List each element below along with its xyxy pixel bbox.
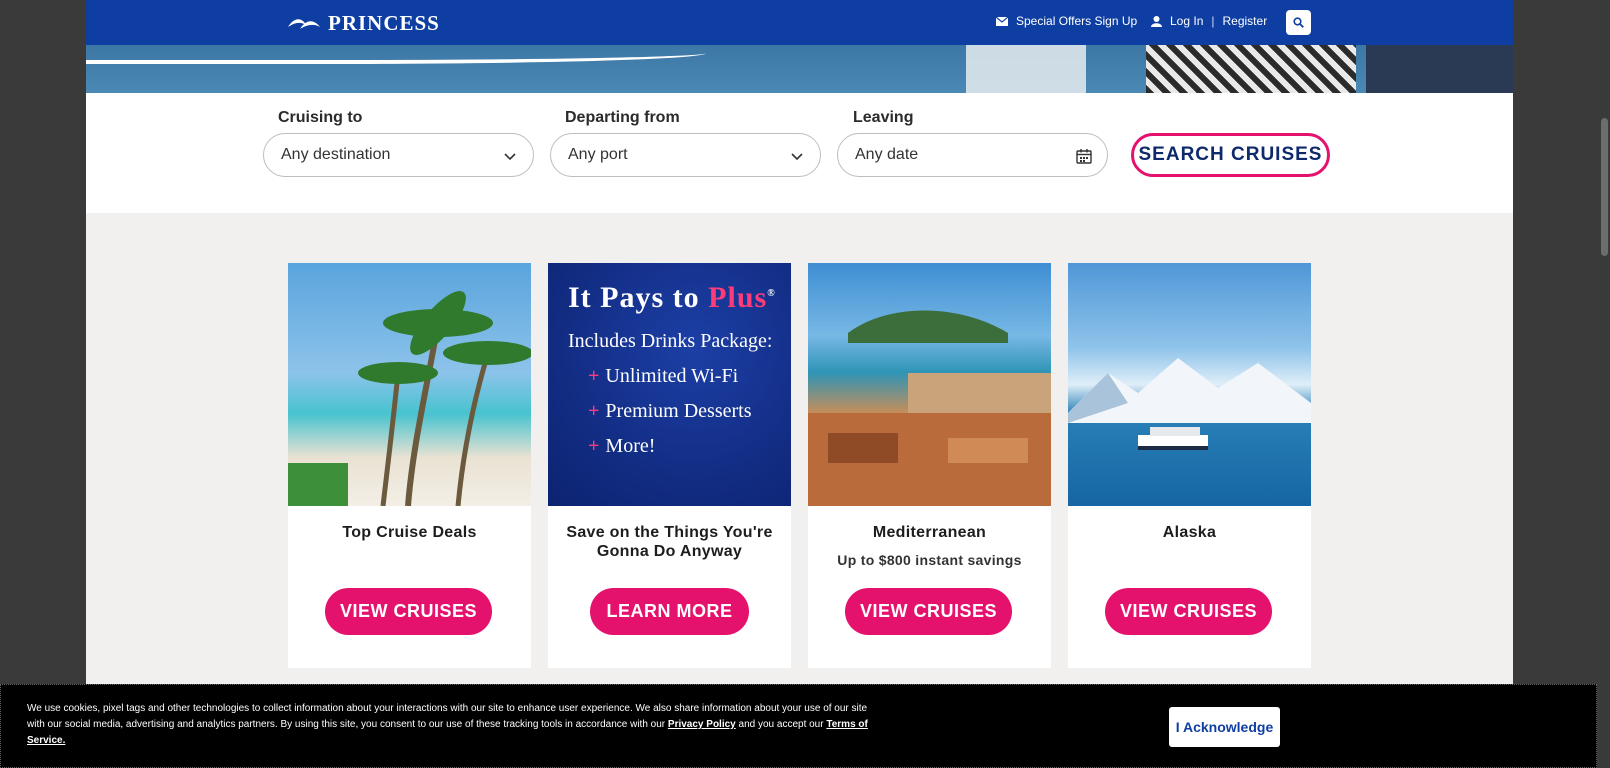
- card-title: Mediterranean: [872, 524, 987, 541]
- promo-bullet-text: Unlimited Wi-Fi: [605, 365, 739, 387]
- chevron-down-icon: [791, 153, 803, 161]
- plus-promo-image: It Pays to Plus® Includes Drinks Package…: [548, 263, 791, 506]
- acknowledge-button[interactable]: I Acknowledge: [1169, 707, 1280, 747]
- page-scrollbar[interactable]: [1597, 0, 1610, 768]
- princess-logo[interactable]: PRINCESS: [286, 11, 440, 36]
- card-title: Save on the Things You're Gonna Do Anywa…: [566, 524, 773, 560]
- registered-mark: ®: [767, 288, 776, 299]
- top-nav-bar: PRINCESS Special Offers Sign Up Log In |…: [86, 0, 1513, 45]
- card-subtitle: Up to $800 instant savings: [837, 552, 1022, 568]
- waves-logo-icon: [288, 18, 320, 29]
- promo-bullet: + More!: [588, 435, 656, 457]
- destination-select[interactable]: Any destination: [263, 133, 534, 177]
- offer-card-plus[interactable]: It Pays to Plus® Includes Drinks Package…: [548, 263, 791, 668]
- date-value: Any date: [855, 146, 919, 163]
- cruise-finder: Cruising to Any destination Departing fr…: [86, 93, 1513, 213]
- promo-bullet-text: Premium Desserts: [605, 400, 752, 422]
- promo-headline-prefix: It Pays to: [568, 281, 700, 314]
- view-cruises-button[interactable]: VIEW CRUISES: [845, 588, 1012, 635]
- promo-headline-accent: Plus: [708, 281, 768, 314]
- cookie-text: We use cookies, pixel tags and other tec…: [27, 701, 877, 749]
- cruising-to-label: Cruising to: [278, 109, 363, 126]
- alaska-image: [1068, 263, 1311, 506]
- leaving-label: Leaving: [853, 109, 914, 126]
- page: PRINCESS Special Offers Sign Up Log In |…: [86, 0, 1513, 768]
- offer-card-mediterranean[interactable]: Mediterranean Up to $800 instant savings…: [808, 263, 1051, 668]
- brand-name: PRINCESS: [328, 11, 440, 35]
- promo-bullet: + Unlimited Wi-Fi: [588, 365, 739, 387]
- privacy-policy-link[interactable]: Privacy Policy: [668, 719, 736, 730]
- envelope-icon: [996, 16, 1008, 26]
- promo-line: Includes Drinks Package:: [568, 330, 773, 352]
- beach-palm-image: [288, 263, 531, 506]
- ship-rail: [86, 46, 706, 64]
- offer-cards: Top Cruise Deals VIEW CRUISES It Pays to…: [288, 263, 1311, 668]
- promo-headline: It Pays to Plus®: [568, 281, 776, 315]
- special-offers-label: Special Offers Sign Up: [1016, 14, 1138, 28]
- port-select[interactable]: Any port: [550, 133, 821, 177]
- promo-bullet: + Premium Desserts: [588, 400, 752, 422]
- view-cruises-button[interactable]: VIEW CRUISES: [325, 588, 492, 635]
- destination-value: Any destination: [281, 146, 391, 163]
- offer-card-top-deals[interactable]: Top Cruise Deals VIEW CRUISES: [288, 263, 531, 668]
- cookie-message-middle: and you accept our: [738, 719, 824, 730]
- offer-card-alaska[interactable]: Alaska VIEW CRUISES: [1068, 263, 1311, 668]
- chevron-down-icon: [504, 153, 516, 161]
- card-title: Top Cruise Deals: [342, 524, 477, 541]
- nav-separator: |: [1211, 14, 1215, 28]
- deck-rail: [966, 44, 1086, 93]
- search-icon: [1293, 17, 1304, 28]
- harbor-town-icon: [808, 310, 1051, 506]
- login-link[interactable]: Log In: [1170, 14, 1203, 28]
- deck-chair: [1366, 44, 1513, 93]
- header-search-button[interactable]: [1286, 10, 1311, 35]
- port-value: Any port: [568, 146, 628, 163]
- cookie-banner: We use cookies, pixel tags and other tec…: [0, 684, 1597, 768]
- promo-bullet-text: More!: [605, 435, 656, 457]
- special-offers-link[interactable]: Special Offers Sign Up: [996, 14, 1137, 28]
- register-link[interactable]: Register: [1223, 14, 1268, 28]
- card-title: Alaska: [1162, 524, 1217, 541]
- scrollbar-thumb[interactable]: [1601, 118, 1608, 256]
- account-links: Log In | Register: [1151, 14, 1267, 28]
- departing-from-label: Departing from: [565, 109, 680, 126]
- palm-trees-icon: [288, 291, 531, 506]
- user-icon: [1151, 15, 1162, 27]
- date-picker[interactable]: Any date: [837, 133, 1108, 177]
- glacier-ship-icon: [1068, 358, 1311, 450]
- search-cruises-button[interactable]: SEARCH CRUISES: [1131, 133, 1330, 177]
- passenger-shirt: [1146, 44, 1356, 93]
- learn-more-button[interactable]: LEARN MORE: [590, 588, 749, 635]
- view-cruises-button[interactable]: VIEW CRUISES: [1105, 588, 1272, 635]
- calendar-icon: [1076, 149, 1092, 164]
- mediterranean-image: [808, 263, 1051, 506]
